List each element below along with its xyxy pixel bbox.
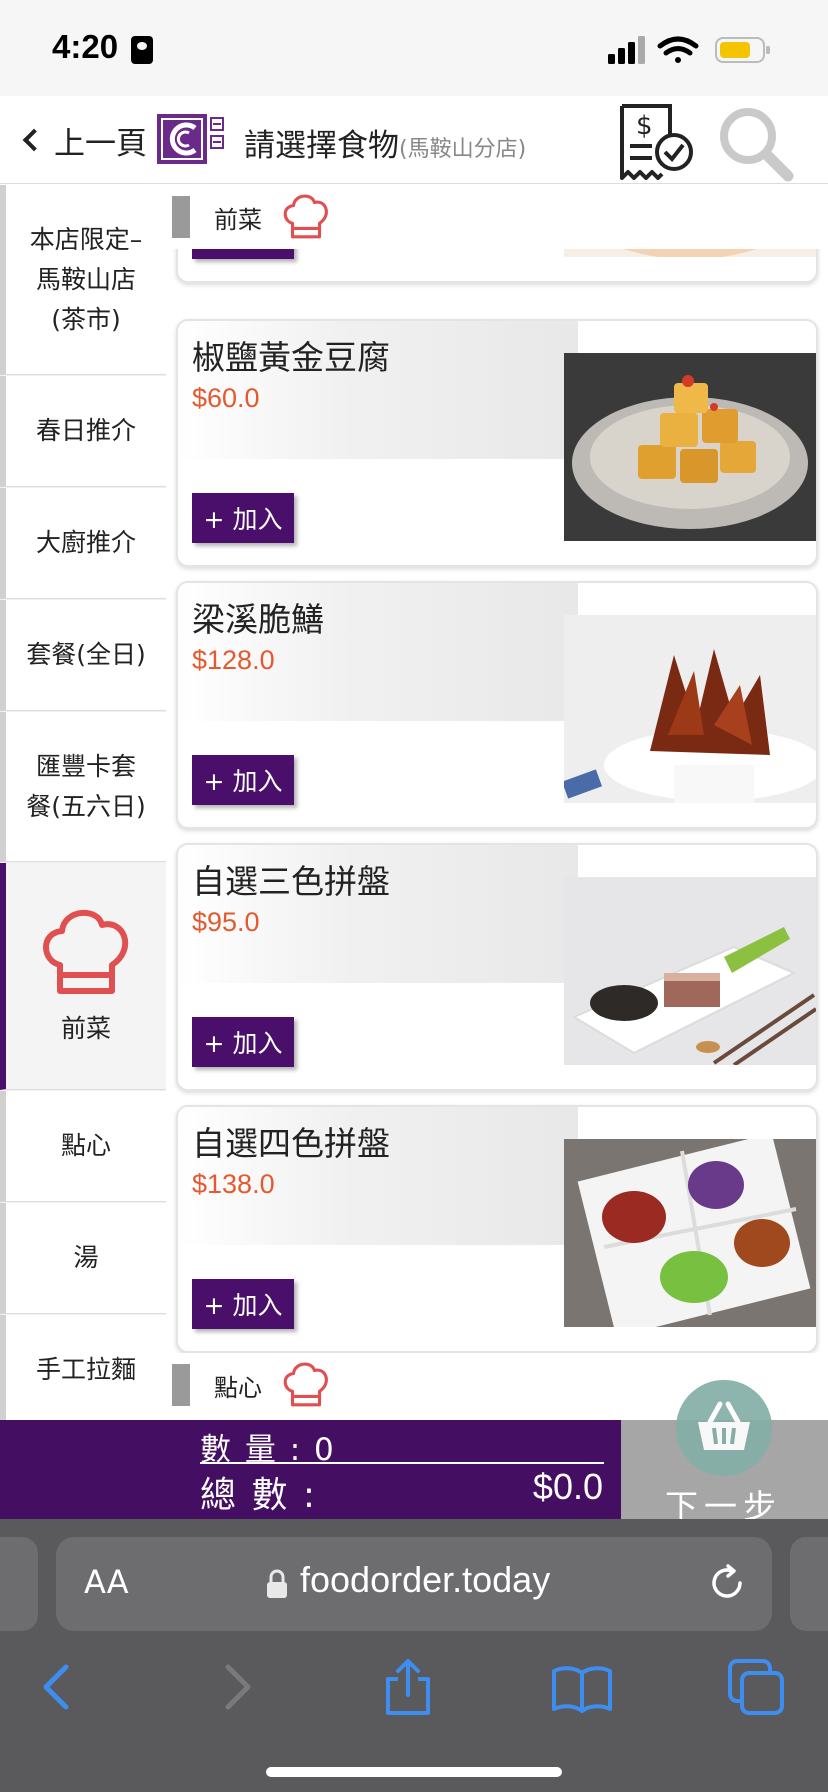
back-chevron-icon — [22, 128, 46, 152]
page-title: 請選擇食物(馬鞍山分店) — [244, 120, 526, 165]
status-time: 4:20 — [52, 28, 119, 65]
sidebar-item-label: 手工拉麵 — [35, 1355, 136, 1384]
sidebar-item-spring[interactable]: 春日推介 — [0, 376, 166, 487]
cart-summary-bar: 數 量 : 0 總 數 : $0.0 — [0, 1420, 621, 1519]
dish-name: 梁溪脆鱔 — [192, 600, 324, 639]
search-icon[interactable] — [716, 104, 794, 182]
signal-icon — [608, 36, 645, 64]
home-indicator — [266, 1767, 562, 1777]
tabs-icon[interactable] — [724, 1655, 788, 1719]
dish-price: $60.0 — [192, 383, 260, 413]
add-button[interactable]: + 加入 — [192, 1017, 294, 1067]
sidebar-item-appetizer[interactable]: 前菜 — [0, 863, 166, 1090]
sidebar-item-label: 本店限定– 馬鞍山店 (茶市) — [29, 224, 143, 334]
lock-icon — [267, 1569, 287, 1598]
url-text: foodorder.today — [300, 1559, 551, 1600]
wifi-icon — [657, 36, 699, 63]
sidebar-item-label: 匯豐卡套 餐(五六日) — [26, 751, 146, 821]
id-card-icon — [131, 36, 153, 64]
page-title-text: 請選擇食物 — [244, 128, 399, 164]
sidebar-item-label: 套餐(全日) — [26, 640, 146, 669]
sidebar-item-dimsum[interactable]: 點心 — [0, 1091, 166, 1202]
menu-card[interactable]: 梁溪脆鱔 $128.0 + 加入 — [176, 581, 818, 829]
status-indicators — [608, 36, 770, 64]
back-button-label: 上一頁 — [54, 125, 147, 162]
app-header: 上一頁 請選擇食物(馬鞍山分店) $ — [0, 96, 828, 184]
dish-image — [564, 1139, 816, 1327]
bookmarks-icon[interactable] — [550, 1655, 614, 1719]
section-marker — [172, 196, 190, 238]
section-marker — [172, 1364, 190, 1406]
svg-text:$: $ — [636, 111, 653, 141]
back-button[interactable]: 上一頁 — [16, 116, 147, 164]
section-title: 前菜 — [214, 205, 262, 234]
chef-hat-icon — [43, 909, 129, 994]
add-button[interactable]: + 加入 — [192, 755, 294, 805]
reload-icon[interactable] — [706, 1563, 748, 1605]
dish-price: $128.0 — [192, 645, 275, 675]
dish-image — [564, 353, 816, 541]
dish-price: $95.0 — [192, 907, 260, 937]
category-sidebar: 本店限定– 馬鞍山店 (茶市) 春日推介 大廚推介 套餐(全日) 匯豐卡套 餐(… — [0, 185, 166, 1420]
dish-price: $138.0 — [192, 1169, 275, 1199]
menu-card[interactable]: 自選三色拼盤 $95.0 + 加入 — [176, 843, 818, 1091]
dish-name: 椒鹽黃金豆腐 — [192, 338, 390, 377]
text-size-button[interactable]: AA — [84, 1563, 129, 1601]
previous-tab[interactable] — [0, 1537, 38, 1631]
dish-image — [564, 877, 816, 1065]
logo — [153, 100, 233, 180]
add-button[interactable]: + 加入 — [192, 493, 294, 543]
sidebar-item-shop-special[interactable]: 本店限定– 馬鞍山店 (茶市) — [0, 185, 166, 375]
forward-icon[interactable] — [204, 1655, 268, 1719]
total-label: 總 數 : — [200, 1475, 318, 1516]
sidebar-item-hsbc-set[interactable]: 匯豐卡套 餐(五六日) — [0, 712, 166, 862]
sidebar-item-label: 大廚推介 — [35, 528, 136, 557]
back-icon[interactable] — [26, 1655, 90, 1719]
dish-image — [564, 615, 816, 803]
total-value: $0.0 — [532, 1466, 603, 1507]
divider — [200, 1462, 604, 1464]
menu-card[interactable]: 自選四色拼盤 $138.0 + 加入 — [176, 1105, 818, 1353]
branch-name: (馬鞍山分店) — [399, 137, 527, 162]
address-bar[interactable]: AA foodorder.today — [56, 1537, 772, 1631]
sidebar-item-label: 湯 — [73, 1243, 99, 1272]
receipt-icon[interactable]: $ — [614, 100, 696, 182]
sidebar-item-handmade-noodles[interactable]: 手工拉麵 — [0, 1315, 166, 1420]
add-button[interactable]: + 加入 — [192, 1279, 294, 1329]
dish-name: 自選三色拼盤 — [192, 862, 390, 901]
sidebar-item-label: 前菜 — [60, 1014, 111, 1043]
menu-list: + 加入 前菜 椒鹽黃金豆腐 $60.0 + 加入 — [166, 185, 828, 1420]
sidebar-item-chef[interactable]: 大廚推介 — [0, 488, 166, 599]
section-title: 點心 — [214, 1373, 262, 1402]
sidebar-item-soup[interactable]: 湯 — [0, 1203, 166, 1314]
section-header-appetizer: 前菜 — [166, 185, 828, 249]
sidebar-item-label: 春日推介 — [35, 416, 136, 445]
sidebar-item-set-meal[interactable]: 套餐(全日) — [0, 600, 166, 711]
chef-hat-icon — [283, 1362, 328, 1407]
sidebar-item-label: 點心 — [60, 1131, 111, 1160]
battery-icon — [715, 37, 770, 63]
menu-card[interactable]: 椒鹽黃金豆腐 $60.0 + 加入 — [176, 319, 818, 567]
status-bar: 4:20 — [0, 0, 828, 96]
basket-icon[interactable] — [676, 1380, 772, 1476]
dish-name: 自選四色拼盤 — [192, 1124, 390, 1163]
browser-toolbar: AA foodorder.today — [0, 1519, 828, 1792]
next-tab[interactable] — [790, 1537, 828, 1631]
chef-hat-icon — [283, 194, 328, 239]
share-icon[interactable] — [376, 1655, 440, 1719]
